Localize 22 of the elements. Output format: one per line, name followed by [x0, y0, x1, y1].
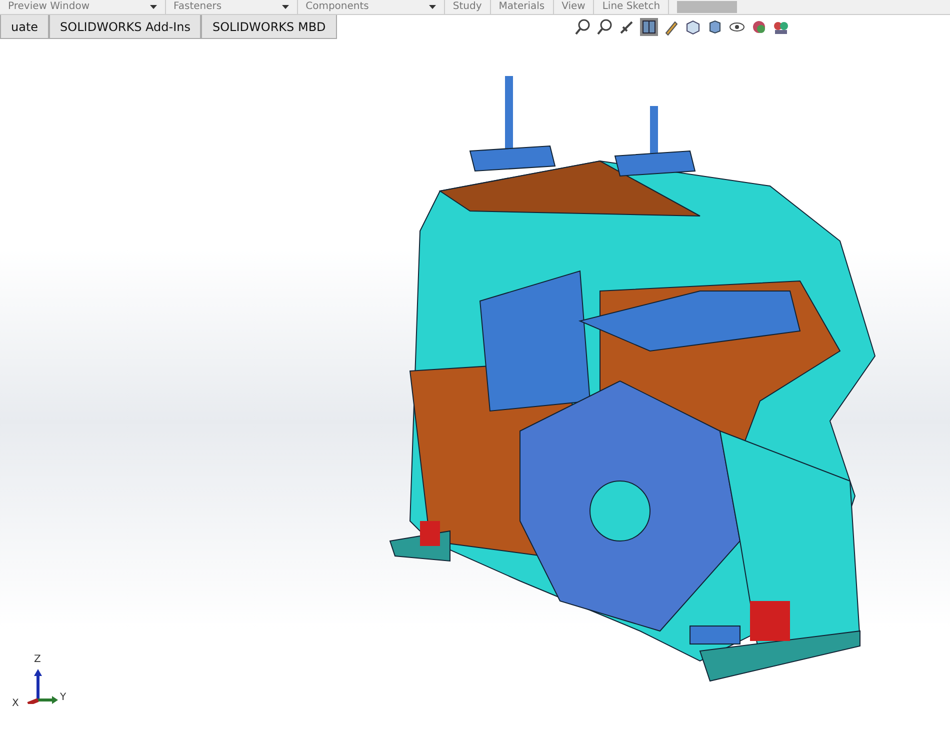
sphere-icon[interactable] [750, 18, 768, 36]
caret-icon[interactable] [282, 5, 289, 9]
zoom-icon[interactable] [574, 18, 592, 36]
ribbon-label[interactable]: Study [452, 0, 482, 14]
tab[interactable]: uate [0, 15, 50, 39]
axis-label: X [12, 698, 19, 709]
axis-label: Y [60, 692, 66, 703]
section-view-icon[interactable] [640, 18, 658, 36]
tab[interactable]: SOLIDWORKS Add-Ins [49, 15, 202, 39]
ribbon-label[interactable]: Fasteners [174, 0, 222, 14]
ribbon-label[interactable]: Materials [498, 0, 545, 14]
caret-icon[interactable] [150, 5, 157, 9]
axis-label: Z [34, 654, 41, 665]
ribbon-label[interactable]: Line Sketch [602, 0, 660, 14]
ribbon-label[interactable]: Components [306, 0, 369, 14]
caret-icon[interactable] [428, 5, 436, 9]
cube-icon[interactable] [684, 18, 702, 36]
ribbon-swatch [677, 1, 738, 13]
zoom-area-icon[interactable] [596, 18, 614, 36]
ribbon-label[interactable]: Preview Window [8, 0, 90, 14]
tab[interactable]: SOLIDWORKS MBD [201, 15, 337, 39]
ribbon-label[interactable]: View [562, 0, 586, 14]
